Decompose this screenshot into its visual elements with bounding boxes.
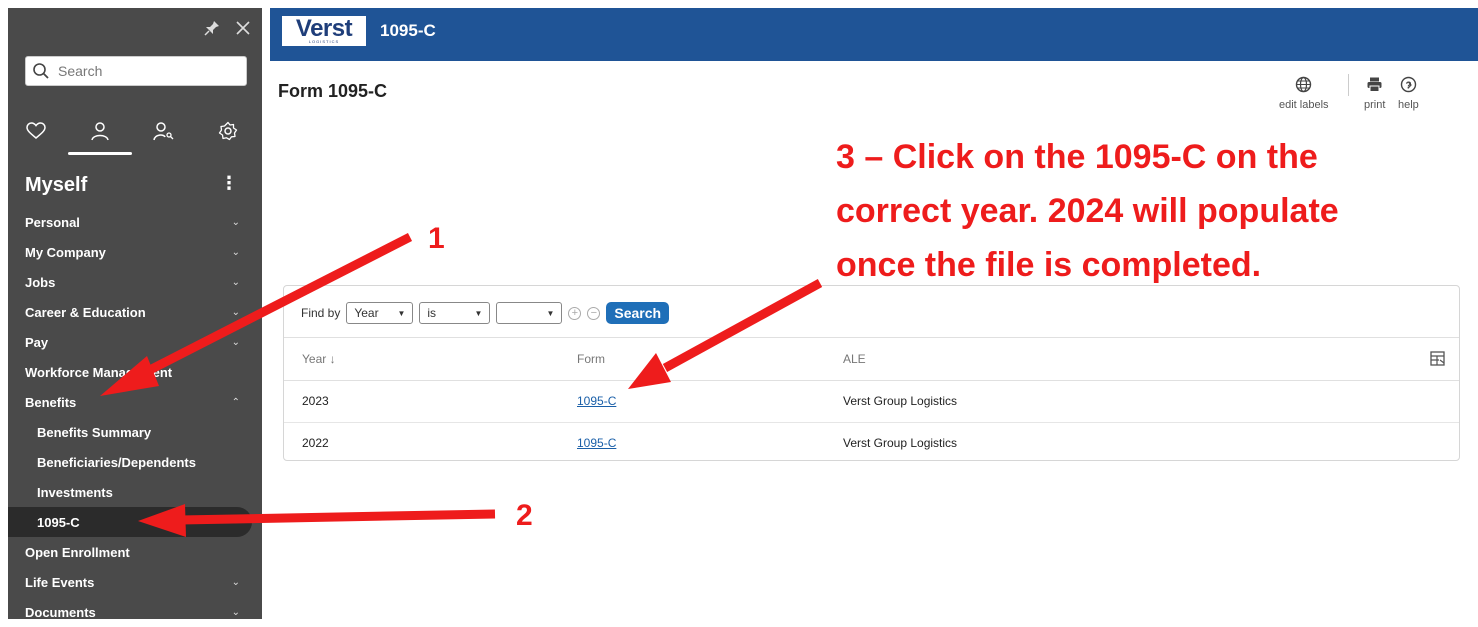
arrow-2-head — [138, 504, 186, 537]
step-3-line: once the file is completed. — [836, 246, 1262, 284]
arrow-2-shaft — [179, 509, 496, 525]
step-3-instructions: 3 – Click on the 1095-C on the correct y… — [836, 130, 1476, 292]
step-1-label: 1 — [428, 222, 445, 255]
arrow-1-shaft — [137, 232, 413, 380]
step-3-line: 3 – Click on the 1095-C on the — [836, 138, 1318, 176]
arrow-1-head — [100, 356, 159, 396]
step-2-label: 2 — [516, 499, 533, 532]
annotation-arrows — [100, 232, 823, 537]
arrow-3-head — [628, 353, 671, 389]
step-3-line: correct year. 2024 will populate — [836, 192, 1339, 230]
arrow-3-shaft — [662, 279, 823, 372]
